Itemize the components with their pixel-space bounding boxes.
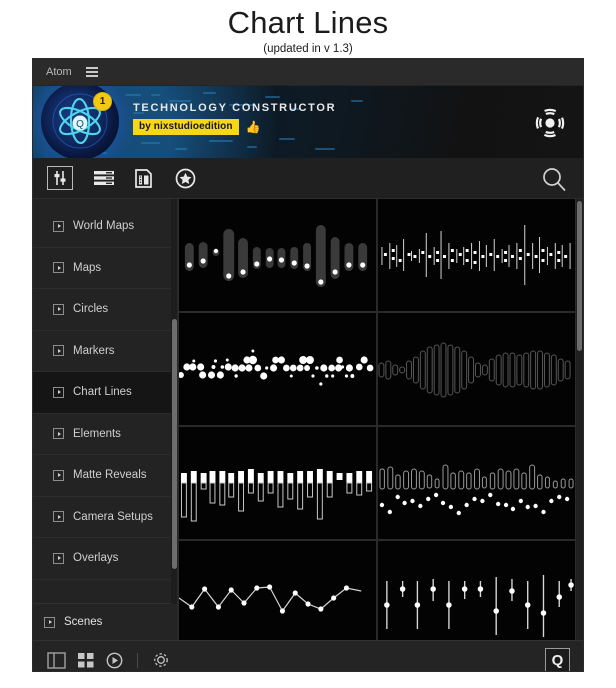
category-icon [53,387,64,398]
grid-scrollbar-thumb[interactable] [577,201,582,351]
svg-text:Q: Q [76,119,84,130]
list-icon[interactable] [93,169,115,187]
sidebar-item-label: Elements [73,428,121,440]
category-icon [53,304,64,315]
search-icon[interactable] [541,166,567,197]
sidebar-item-markers[interactable]: Markers [33,331,177,373]
grid-scrollbar[interactable] [576,199,583,640]
category-sidebar: World Maps Maps Circles Markers [33,199,177,640]
content-area: World Maps Maps Circles Markers [33,199,583,640]
sidebar-item-camera-setups[interactable]: Camera Setups [33,497,177,539]
lifebuoy-help-icon[interactable] [535,108,565,138]
page-title: Chart Lines [0,5,616,41]
sidebar-list: World Maps Maps Circles Markers [33,199,177,603]
panel-toggle-icon[interactable] [47,652,66,669]
q-brand-button[interactable]: Q [545,648,570,672]
category-icon [53,553,64,564]
thumbnail-grid-wrapper [177,199,583,640]
divider [137,653,138,668]
sliders-icon[interactable] [47,166,73,190]
sidebar-item-circles[interactable]: Circles [33,289,177,331]
sidebar-item-chart-lines[interactable]: Chart Lines [33,372,177,414]
thumbnail-line-chart[interactable] [179,541,376,640]
gear-icon[interactable] [152,651,170,669]
app-name-label: Atom [46,66,72,78]
author-badge[interactable]: by nixstudioedition [133,119,239,135]
thumbnail-bars-with-dots[interactable] [179,199,376,311]
thumbnail-capsule-wave[interactable] [378,313,575,425]
sidebar-footer-label: Scenes [64,616,102,628]
page-root: Chart Lines (updated in v 1.3) Atom [0,0,616,688]
play-circle-icon[interactable] [106,652,123,669]
sidebar-item-label: Circles [73,303,108,315]
sidebar-item-label: Maps [73,262,101,274]
category-icon [53,470,64,481]
scenes-icon [44,617,55,628]
star-icon[interactable] [175,168,196,189]
sidebar-item-maps[interactable]: Maps [33,248,177,290]
sidebar-item-label: Matte Reveals [73,469,147,481]
banner-text-block: TECHNOLOGY CONSTRUCTOR by nixstudioediti… [133,102,336,135]
thumbnail-error-bars[interactable] [378,541,575,640]
q-brand-label: Q [552,653,564,668]
category-icon [53,221,64,232]
status-bar: Q [33,640,583,672]
category-icon [53,262,64,273]
sidebar-item-scenes[interactable]: Scenes [33,603,177,640]
thumbnail-thin-lines[interactable] [378,199,575,311]
author-row: by nixstudioedition 👍 [133,119,336,135]
main-toolbar [33,158,583,199]
menu-bar: Atom [33,59,583,86]
sidebar-item-label: Markers [73,345,115,357]
sidebar-item-label: Camera Setups [73,511,153,523]
category-icon [53,511,64,522]
app-window: Atom [32,58,584,672]
media-file-icon[interactable] [135,169,155,188]
product-title: TECHNOLOGY CONSTRUCTOR [133,102,336,114]
thumbnail-bars-and-dots[interactable] [378,427,575,539]
thumbnail-grid [177,199,583,640]
sidebar-item-elements[interactable]: Elements [33,414,177,456]
sidebar-item-world-maps[interactable]: World Maps [33,206,177,248]
thumbs-up-icon[interactable]: 👍 [246,121,261,133]
category-icon [53,428,64,439]
page-subtitle: (updated in v 1.3) [0,43,616,55]
caption: Chart Lines (updated in v 1.3) [0,0,616,55]
grid-view-icon[interactable] [77,652,95,669]
sidebar-item-label: Chart Lines [73,386,132,398]
sidebar-item-overlays[interactable]: Overlays [33,538,177,580]
sidebar-item-label: Overlays [73,552,118,564]
product-banner: Q 1 TECHNOLOGY CONSTRUCTOR by nixstudioe… [33,86,583,158]
sidebar-item-label: World Maps [73,220,134,232]
sidebar-item-matte-reveals[interactable]: Matte Reveals [33,455,177,497]
category-icon [53,345,64,356]
thumbnail-candlesticks[interactable] [179,427,376,539]
thumbnail-scatter-dots[interactable] [179,313,376,425]
hamburger-menu-icon[interactable] [86,67,98,77]
notification-badge: 1 [93,92,112,111]
